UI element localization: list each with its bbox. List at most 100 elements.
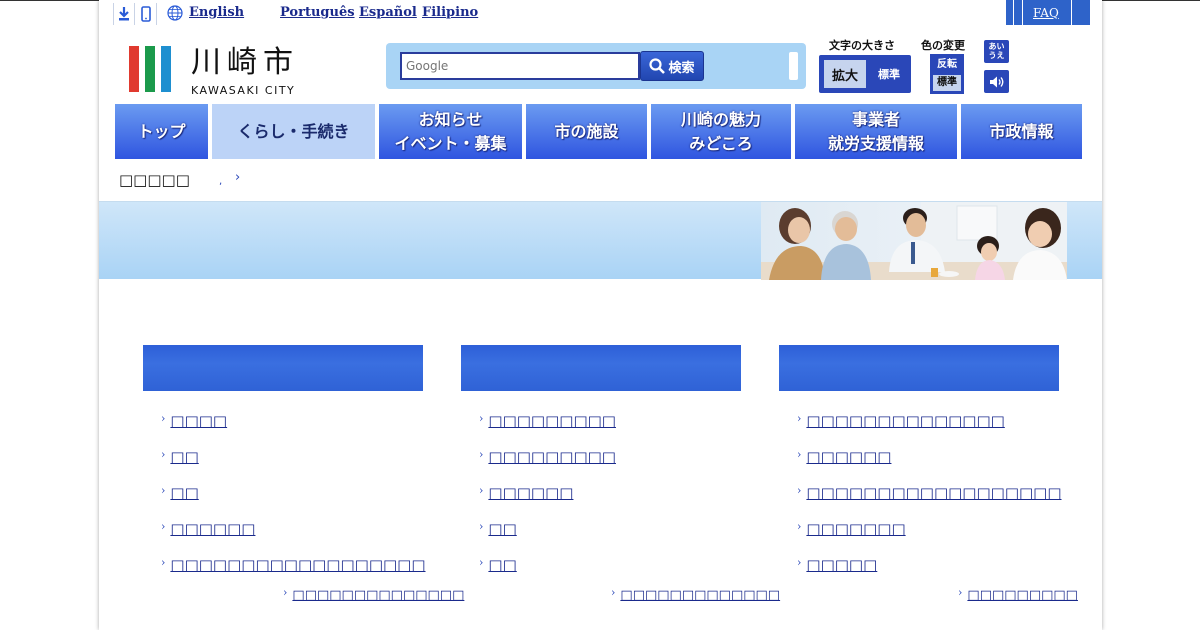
- category-column: › □□□□□□□□□□□□□□ › □□□□□□ › □□□□□□□□□□□□□□□…: [779, 345, 1062, 583]
- category-link[interactable]: □□□□□□□□□: [488, 412, 616, 430]
- chevron-right-icon: ›: [797, 483, 802, 497]
- logo-text: 川崎市 KAWASAKI CITY: [191, 46, 299, 98]
- category-link[interactable]: □□□□: [170, 412, 227, 430]
- chevron-right-icon: ›: [479, 411, 484, 425]
- category-column: › □□□□ › □□ › □□ › □□□□□□ › □□□□□□□□□□□□□□□□□…: [143, 345, 426, 583]
- list-item: › □□□□□□: [479, 475, 741, 511]
- lang-english-link[interactable]: English: [189, 5, 244, 20]
- list-item: › □□□□□□□□□: [479, 403, 741, 439]
- category-banner: [99, 201, 1102, 280]
- link-list: › □□□□ › □□ › □□ › □□□□□□ › □□□□□□□□□□□□□□□□□…: [161, 403, 426, 583]
- category-link[interactable]: □□□□□: [806, 556, 877, 574]
- nav-business[interactable]: 事業者 就労支援情報: [795, 104, 957, 159]
- chevron-right-icon: ›: [161, 555, 166, 569]
- chevron-right-icon: ›: [958, 586, 963, 599]
- breadcrumb-current: □□□□□: [119, 171, 190, 189]
- chevron-right-icon: ›: [479, 483, 484, 497]
- chevron-right-icon: ›: [161, 519, 166, 533]
- speaker-button[interactable]: [984, 70, 1009, 93]
- chevron-right-icon: ›: [161, 411, 166, 425]
- more-link[interactable]: □□□□□□□□□□□□□: [620, 588, 780, 603]
- chevron-right-icon: ›: [161, 447, 166, 461]
- ruby-button[interactable]: あい うえ: [984, 40, 1009, 63]
- divider: [1070, 0, 1072, 25]
- category-link[interactable]: □□□□□□□□□: [488, 448, 616, 466]
- nav-facilities[interactable]: 市の施設: [526, 104, 647, 159]
- chevron-right-icon: ›: [797, 519, 802, 533]
- color-change-control: 反転 標準: [930, 54, 964, 94]
- list-item: › □□□□: [161, 403, 423, 439]
- text-standard-button[interactable]: 標準: [871, 60, 907, 88]
- category-link[interactable]: □□: [170, 484, 198, 502]
- column-header: [779, 345, 1059, 391]
- nav-attractions[interactable]: 川崎の魅力 みどころ: [651, 104, 791, 159]
- list-item: › □□□□□□□□□□□□□□: [797, 403, 1059, 439]
- category-link[interactable]: □□□□□□□□□□□□□□: [806, 412, 1004, 430]
- nav-living[interactable]: くらし・手続き: [212, 104, 375, 159]
- color-invert-button[interactable]: 反転: [933, 57, 961, 72]
- chevron-right-icon: ›: [797, 555, 802, 569]
- search-button-label: 検索: [668, 60, 695, 76]
- nav-label: トップ: [137, 121, 186, 141]
- divider: [1013, 0, 1014, 25]
- category-link[interactable]: □□: [170, 448, 198, 466]
- text-enlarge-button[interactable]: 拡大: [824, 60, 866, 88]
- family-photo: [761, 202, 1067, 280]
- category-link[interactable]: □□□□□□□□□□□□□□□□□□: [170, 556, 425, 574]
- list-item: › □□: [161, 475, 423, 511]
- divider: [1022, 0, 1023, 25]
- category-link[interactable]: □□□□□□: [488, 484, 573, 502]
- link-list: › □□□□□□□□□□□□□□ › □□□□□□ › □□□□□□□□□□□□□□□…: [797, 403, 1062, 583]
- category-link[interactable]: □□: [488, 556, 516, 574]
- nav-label: 市政情報: [989, 121, 1054, 141]
- breadcrumb-link[interactable]: ,: [219, 176, 222, 187]
- chevron-right-icon: ›: [235, 170, 241, 185]
- logo-stripe-green: [145, 46, 155, 92]
- text-size-label: 文字の大きさ: [829, 39, 895, 52]
- more-link[interactable]: □□□□□□□□□□□□□□: [292, 588, 464, 603]
- lang-spanish-link[interactable]: Español: [359, 5, 417, 20]
- lang-filipino-link[interactable]: Filipino: [422, 5, 478, 20]
- speaker-icon: [989, 76, 1003, 87]
- list-item: › □□□□□□: [797, 439, 1059, 475]
- chevron-right-icon: ›: [611, 586, 616, 599]
- site-logo[interactable]: 川崎市 KAWASAKI CITY: [129, 46, 299, 97]
- column-header: [461, 345, 741, 391]
- category-link[interactable]: □□□□□□□: [806, 520, 905, 538]
- list-item: › □□: [479, 511, 741, 547]
- search-button[interactable]: 検索: [640, 51, 704, 81]
- utility-bar: [113, 3, 157, 25]
- faq-box: FAQ: [1006, 0, 1090, 25]
- list-item: › □□□□□□□□□: [479, 439, 741, 475]
- nav-news-events[interactable]: お知らせ イベント・募集: [379, 104, 522, 159]
- nav-label: 川崎の魅力: [680, 109, 761, 129]
- download-icon[interactable]: [113, 3, 135, 25]
- category-link[interactable]: □□□□□□: [806, 448, 891, 466]
- category-link[interactable]: □□: [488, 520, 516, 538]
- logo-roman: KAWASAKI CITY: [191, 84, 296, 97]
- nav-label: みどころ: [689, 133, 753, 153]
- nav-label: 市の施設: [554, 121, 619, 141]
- chevron-right-icon: ›: [283, 586, 288, 599]
- chevron-right-icon: ›: [161, 483, 166, 497]
- more-link-row: › □□□□□□□□□□□□□□: [283, 586, 464, 603]
- nav-city-govt[interactable]: 市政情報: [961, 104, 1082, 159]
- list-item: › □□□□□□□□□□□□□□□□□□: [161, 547, 426, 583]
- faq-link[interactable]: FAQ: [1033, 6, 1059, 20]
- category-link[interactable]: □□□□□□□□□□□□□□□□□□: [806, 484, 1061, 502]
- lang-portuguese-link[interactable]: Português: [280, 5, 355, 20]
- nav-label: お知らせ: [418, 109, 483, 129]
- chevron-right-icon: ›: [479, 519, 484, 533]
- search-icon: [649, 58, 666, 74]
- color-standard-button[interactable]: 標準: [933, 75, 961, 91]
- mobile-icon[interactable]: [135, 3, 157, 25]
- more-link[interactable]: □□□□□□□□□: [967, 588, 1078, 603]
- list-item: › □□□□□: [797, 547, 1059, 583]
- category-link[interactable]: □□□□□□: [170, 520, 255, 538]
- search-input[interactable]: [400, 52, 640, 80]
- nav-label: 事業者: [851, 109, 900, 129]
- nav-top[interactable]: トップ: [115, 104, 208, 159]
- chevron-right-icon: ›: [797, 447, 802, 461]
- more-link-row: › □□□□□□□□□: [958, 586, 1078, 603]
- search-scrollbar: [789, 52, 798, 80]
